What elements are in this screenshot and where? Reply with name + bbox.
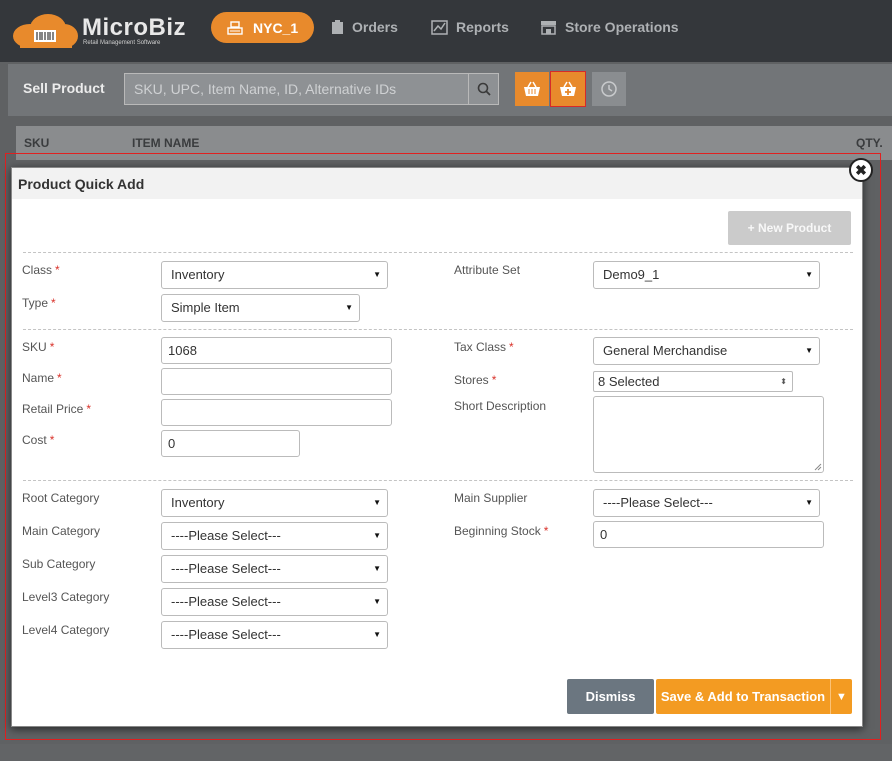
level4-category-select[interactable]: ----Please Select--- ▼ [161, 621, 388, 649]
dismiss-button[interactable]: Dismiss [567, 679, 654, 714]
history-icon [601, 81, 617, 97]
sku-label: SKU * [22, 340, 55, 354]
nav-orders-label: Orders [352, 19, 398, 35]
attribute-set-label: Attribute Set [454, 263, 521, 277]
save-and-add-button[interactable]: Save & Add to Transaction [656, 679, 830, 714]
cloud-register-icon [13, 14, 78, 48]
store-selector-button[interactable]: NYC_1 [211, 12, 314, 43]
stores-label: Stores * [454, 373, 497, 387]
history-button[interactable] [592, 72, 626, 106]
main-supplier-select[interactable]: ----Please Select--- ▼ [593, 489, 820, 517]
attribute-set-select[interactable]: Demo9_1 ▼ [593, 261, 820, 289]
chevron-down-icon: ▼ [373, 564, 381, 573]
short-description-textarea[interactable] [593, 396, 824, 473]
root-category-select[interactable]: Inventory ▼ [161, 489, 388, 517]
cash-register-icon [227, 20, 243, 35]
beginning-stock-field[interactable]: 0 [593, 521, 824, 548]
header-sku: SKU [24, 136, 50, 150]
store-name: NYC_1 [253, 19, 299, 36]
caret-down-icon: ▼ [836, 690, 847, 703]
cost-label: Cost * [22, 433, 55, 447]
sub-category-select[interactable]: ----Please Select--- ▼ [161, 555, 388, 583]
chevron-down-icon: ▼ [805, 346, 813, 355]
close-icon: ✖ [855, 162, 867, 178]
logo-title: MicroBiz [82, 14, 187, 41]
chevron-down-icon: ▼ [373, 630, 381, 639]
logo-subtitle: Retail Management Software [83, 40, 161, 46]
stores-multiselect[interactable]: 8 Selected ⬍ [593, 371, 793, 392]
microbiz-logo[interactable]: MicroBiz Retail Management Software [12, 10, 186, 50]
clipboard-icon [332, 19, 343, 34]
tax-class-select[interactable]: General Merchandise ▼ [593, 337, 820, 365]
section-divider [23, 329, 853, 330]
header-item-name: ITEM NAME [132, 136, 200, 150]
cost-field[interactable]: 0 [161, 430, 300, 457]
close-button[interactable]: ✖ [849, 158, 873, 182]
resize-handle-icon[interactable] [814, 463, 822, 471]
chevron-down-icon: ▼ [805, 270, 813, 279]
sell-product-bar: Sell Product SKU, UPC, Item Name, ID, Al… [8, 64, 892, 116]
nav-reports[interactable]: Reports [431, 19, 509, 35]
bottom-strip [0, 744, 892, 761]
nav-reports-label: Reports [456, 19, 509, 35]
nav-orders[interactable]: Orders [331, 19, 398, 35]
short-description-label: Short Description [454, 399, 547, 413]
name-label: Name * [22, 371, 62, 385]
main-category-label: Main Category [22, 524, 101, 538]
chevron-down-icon: ▼ [373, 531, 381, 540]
level4-category-label: Level4 Category [22, 623, 110, 637]
basket-button[interactable] [515, 72, 549, 106]
top-navbar: MicroBiz Retail Management Software NYC_… [0, 0, 892, 62]
class-select[interactable]: Inventory ▼ [161, 261, 388, 289]
chevron-down-icon: ▼ [373, 498, 381, 507]
basket-add-icon [560, 81, 576, 96]
store-icon [541, 20, 556, 35]
level3-category-select[interactable]: ----Please Select--- ▼ [161, 588, 388, 616]
new-product-button[interactable]: + New Product [728, 211, 851, 245]
beginning-stock-label: Beginning Stock * [454, 524, 549, 538]
main-category-select[interactable]: ----Please Select--- ▼ [161, 522, 388, 550]
quick-add-product-button[interactable] [550, 71, 586, 107]
chevron-down-icon: ▼ [805, 498, 813, 507]
level3-category-label: Level3 Category [22, 590, 110, 604]
nav-store-operations-label: Store Operations [565, 19, 679, 35]
chart-icon [431, 19, 448, 35]
modal-title: Product Quick Add [18, 176, 145, 192]
retail-price-field[interactable] [161, 399, 392, 426]
chevron-down-icon: ▼ [345, 303, 353, 312]
basket-icon [524, 81, 540, 96]
nav-store-operations[interactable]: Store Operations [540, 19, 679, 35]
up-down-arrows-icon: ⬍ [780, 377, 787, 386]
type-label: Type * [22, 296, 56, 310]
chevron-down-icon: ▼ [373, 270, 381, 279]
class-label: Class * [22, 263, 60, 277]
retail-price-label: Retail Price * [22, 402, 92, 416]
section-divider [23, 252, 853, 253]
header-qty: QTY. [856, 136, 883, 150]
tax-class-label: Tax Class * [454, 340, 514, 354]
sku-field[interactable]: 1068 [161, 337, 392, 364]
main-supplier-label: Main Supplier [454, 491, 528, 505]
sell-product-label: Sell Product [23, 80, 105, 96]
modal-header: Product Quick Add [12, 168, 862, 199]
chevron-down-icon: ▼ [373, 597, 381, 606]
sub-category-label: Sub Category [22, 557, 96, 571]
product-quick-add-modal: Product Quick Add ✖ + New Product Class *… [11, 158, 873, 727]
product-search-input[interactable]: SKU, UPC, Item Name, ID, Alternative IDs [124, 73, 469, 105]
search-icon [477, 82, 491, 96]
search-button[interactable] [468, 73, 499, 105]
root-category-label: Root Category [22, 491, 100, 505]
name-field[interactable] [161, 368, 392, 395]
type-select[interactable]: Simple Item ▼ [161, 294, 360, 322]
save-options-dropdown-button[interactable]: ▼ [830, 679, 852, 714]
section-divider [23, 480, 853, 481]
